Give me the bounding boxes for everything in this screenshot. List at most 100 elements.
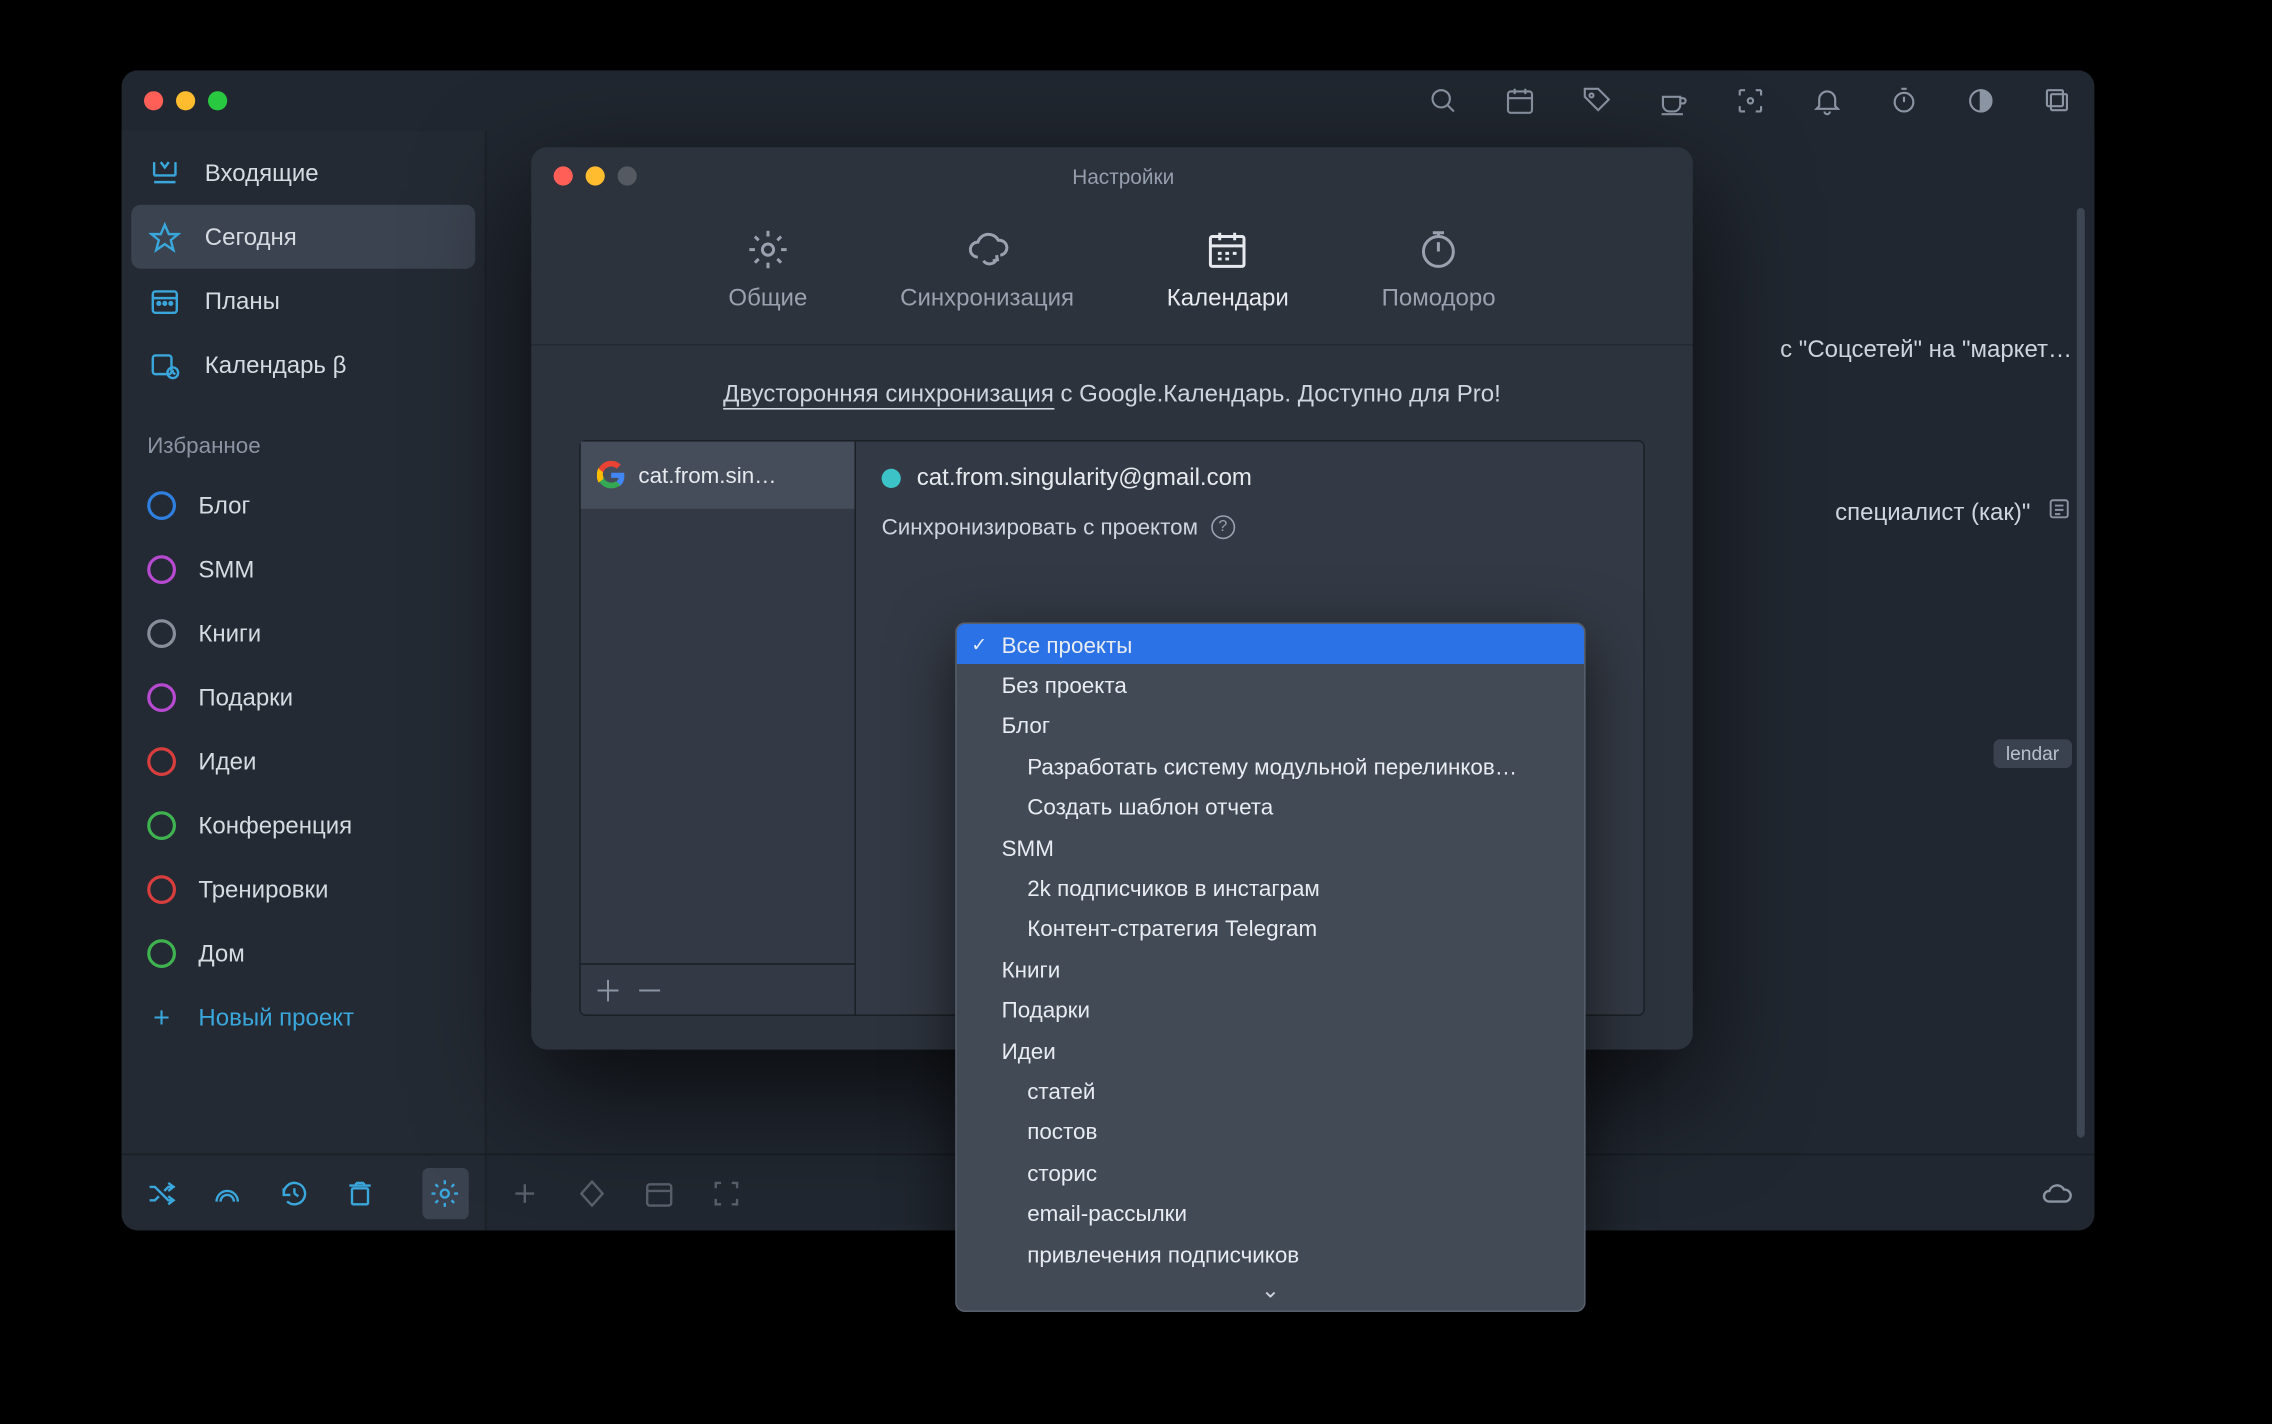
task-row[interactable]: специалист (как)" — [1835, 496, 2072, 528]
project-label: Дом — [198, 940, 244, 967]
help-icon[interactable]: ? — [1211, 514, 1235, 538]
project-ring-icon — [147, 811, 176, 840]
project-ring-icon — [147, 875, 176, 904]
note-icon — [2046, 496, 2072, 528]
cloud-icon[interactable] — [2037, 1174, 2075, 1212]
dropdown-item[interactable]: сторис — [957, 1152, 1584, 1193]
shuffle-icon[interactable] — [138, 1167, 185, 1218]
accounts-footer: ＋ － — [581, 963, 855, 1014]
dropdown-item[interactable]: Контент-стратегия Telegram — [957, 908, 1584, 949]
dropdown-item[interactable]: Идеи — [957, 1030, 1584, 1071]
project-label: Тренировки — [198, 876, 328, 903]
scrollbar[interactable] — [2077, 208, 2085, 1138]
window-minimize-icon[interactable] — [586, 166, 605, 185]
sidebar-item-calendar[interactable]: Календарь β — [122, 333, 485, 397]
tag-icon[interactable] — [1579, 83, 1614, 118]
sidebar-project-item[interactable]: SMM — [122, 538, 485, 602]
history-icon[interactable] — [270, 1167, 317, 1218]
priority-icon[interactable] — [573, 1174, 611, 1212]
dropdown-item[interactable]: Блог — [957, 705, 1584, 746]
star-icon — [147, 219, 182, 254]
sidebar-project-item[interactable]: Блог — [122, 474, 485, 538]
windows-icon[interactable] — [2040, 83, 2075, 118]
dropdown-scroll-down-icon[interactable]: ⌄ — [957, 1274, 1584, 1311]
account-item[interactable]: cat.from.sin… — [581, 442, 855, 509]
task-title: специалист (как)" — [1835, 498, 2030, 525]
sidebar-item-inbox[interactable]: Входящие — [122, 141, 485, 205]
project-label: Блог — [198, 492, 250, 519]
theme-icon[interactable] — [1963, 83, 1998, 118]
dropdown-item[interactable]: статей — [957, 1071, 1584, 1112]
sidebar-item-label: Входящие — [205, 159, 319, 186]
dropdown-item[interactable]: Книги — [957, 949, 1584, 990]
schedule-icon[interactable] — [640, 1174, 678, 1212]
tab-calendars[interactable]: Календари — [1167, 227, 1289, 312]
sidebar-footer — [122, 1154, 485, 1231]
settings-titlebar: Настройки — [531, 147, 1693, 205]
sidebar-project-item[interactable]: Идеи — [122, 730, 485, 794]
focus-icon[interactable] — [1733, 83, 1768, 118]
inbox-icon — [147, 155, 182, 190]
project-ring-icon — [147, 683, 176, 712]
sidebar-project-item[interactable]: Конференция — [122, 794, 485, 858]
project-ring-icon — [147, 491, 176, 520]
window-close-icon[interactable] — [144, 91, 163, 110]
dropdown-item[interactable]: email-рассылки — [957, 1193, 1584, 1234]
coffee-icon[interactable] — [1656, 83, 1691, 118]
sidebar-project-item[interactable]: Книги — [122, 602, 485, 666]
sidebar-project-item[interactable]: Подарки — [122, 666, 485, 730]
tab-pomodoro[interactable]: Помодоро — [1382, 227, 1496, 312]
project-ring-icon — [147, 555, 176, 584]
sidebar-item-label: Планы — [205, 287, 280, 314]
calendar-beta-icon — [147, 347, 182, 382]
sidebar-item-today[interactable]: Сегодня — [131, 205, 475, 269]
calendar-icon[interactable] — [1502, 83, 1537, 118]
tab-label: Синхронизация — [900, 285, 1074, 312]
calendar-badge: lendar — [1993, 739, 2072, 768]
window-zoom-icon[interactable] — [208, 91, 227, 110]
project-label: Идеи — [198, 748, 256, 775]
trash-icon[interactable] — [336, 1167, 383, 1218]
project-dropdown[interactable]: Все проектыБез проектаБлогРазработать си… — [955, 622, 1585, 1312]
new-project-button[interactable]: + Новый проект — [122, 986, 485, 1050]
dropdown-item[interactable]: постов — [957, 1112, 1584, 1153]
task-row[interactable]: с "Соцсетей" на "маркет… — [1780, 336, 2072, 363]
project-ring-icon — [147, 939, 176, 968]
settings-icon[interactable] — [422, 1167, 469, 1218]
tab-label: Календари — [1167, 285, 1289, 312]
dropdown-item[interactable]: Без проекта — [957, 665, 1584, 706]
project-ring-icon — [147, 619, 176, 648]
dropdown-item[interactable]: Разработать систему модульной перелинков… — [957, 746, 1584, 787]
sidebar-project-item[interactable]: Дом — [122, 922, 485, 986]
task-row[interactable]: lendar — [1993, 739, 2072, 768]
window-zoom-disabled-icon — [618, 166, 637, 185]
dropdown-item[interactable]: Все проекты — [957, 624, 1584, 665]
dropdown-item[interactable]: 2k подписчиков в инстаграм — [957, 868, 1584, 909]
dropdown-item[interactable]: привлечения подписчиков — [957, 1233, 1584, 1274]
timer-icon[interactable] — [1886, 83, 1921, 118]
add-account-icon[interactable]: ＋ — [594, 969, 623, 1011]
account-email: cat.from.singularity@gmail.com — [917, 464, 1252, 491]
rainbow-icon[interactable] — [204, 1167, 251, 1218]
sync-link[interactable]: Двусторонняя синхронизация — [723, 381, 1054, 410]
window-minimize-icon[interactable] — [176, 91, 195, 110]
window-close-icon[interactable] — [554, 166, 573, 185]
tab-general[interactable]: Общие — [728, 227, 807, 312]
google-icon — [597, 461, 626, 490]
project-label: Книги — [198, 620, 261, 647]
dropdown-item[interactable]: Создать шаблон отчета — [957, 787, 1584, 828]
sync-pro-message: Двусторонняя синхронизация с Google.Кале… — [579, 381, 1645, 408]
add-icon[interactable] — [506, 1174, 544, 1212]
account-short-label: cat.from.sin… — [638, 462, 776, 488]
search-icon[interactable] — [1426, 83, 1461, 118]
main-toolbar — [1426, 70, 2076, 131]
sidebar-item-plans[interactable]: Планы — [122, 269, 485, 333]
dropdown-item[interactable]: Подарки — [957, 990, 1584, 1031]
tab-sync[interactable]: Синхронизация — [900, 227, 1074, 312]
expand-icon[interactable] — [707, 1174, 745, 1212]
remove-account-icon[interactable]: － — [635, 969, 664, 1011]
project-ring-icon — [147, 747, 176, 776]
bell-icon[interactable] — [1810, 83, 1845, 118]
sidebar-project-item[interactable]: Тренировки — [122, 858, 485, 922]
dropdown-item[interactable]: SMM — [957, 827, 1584, 868]
